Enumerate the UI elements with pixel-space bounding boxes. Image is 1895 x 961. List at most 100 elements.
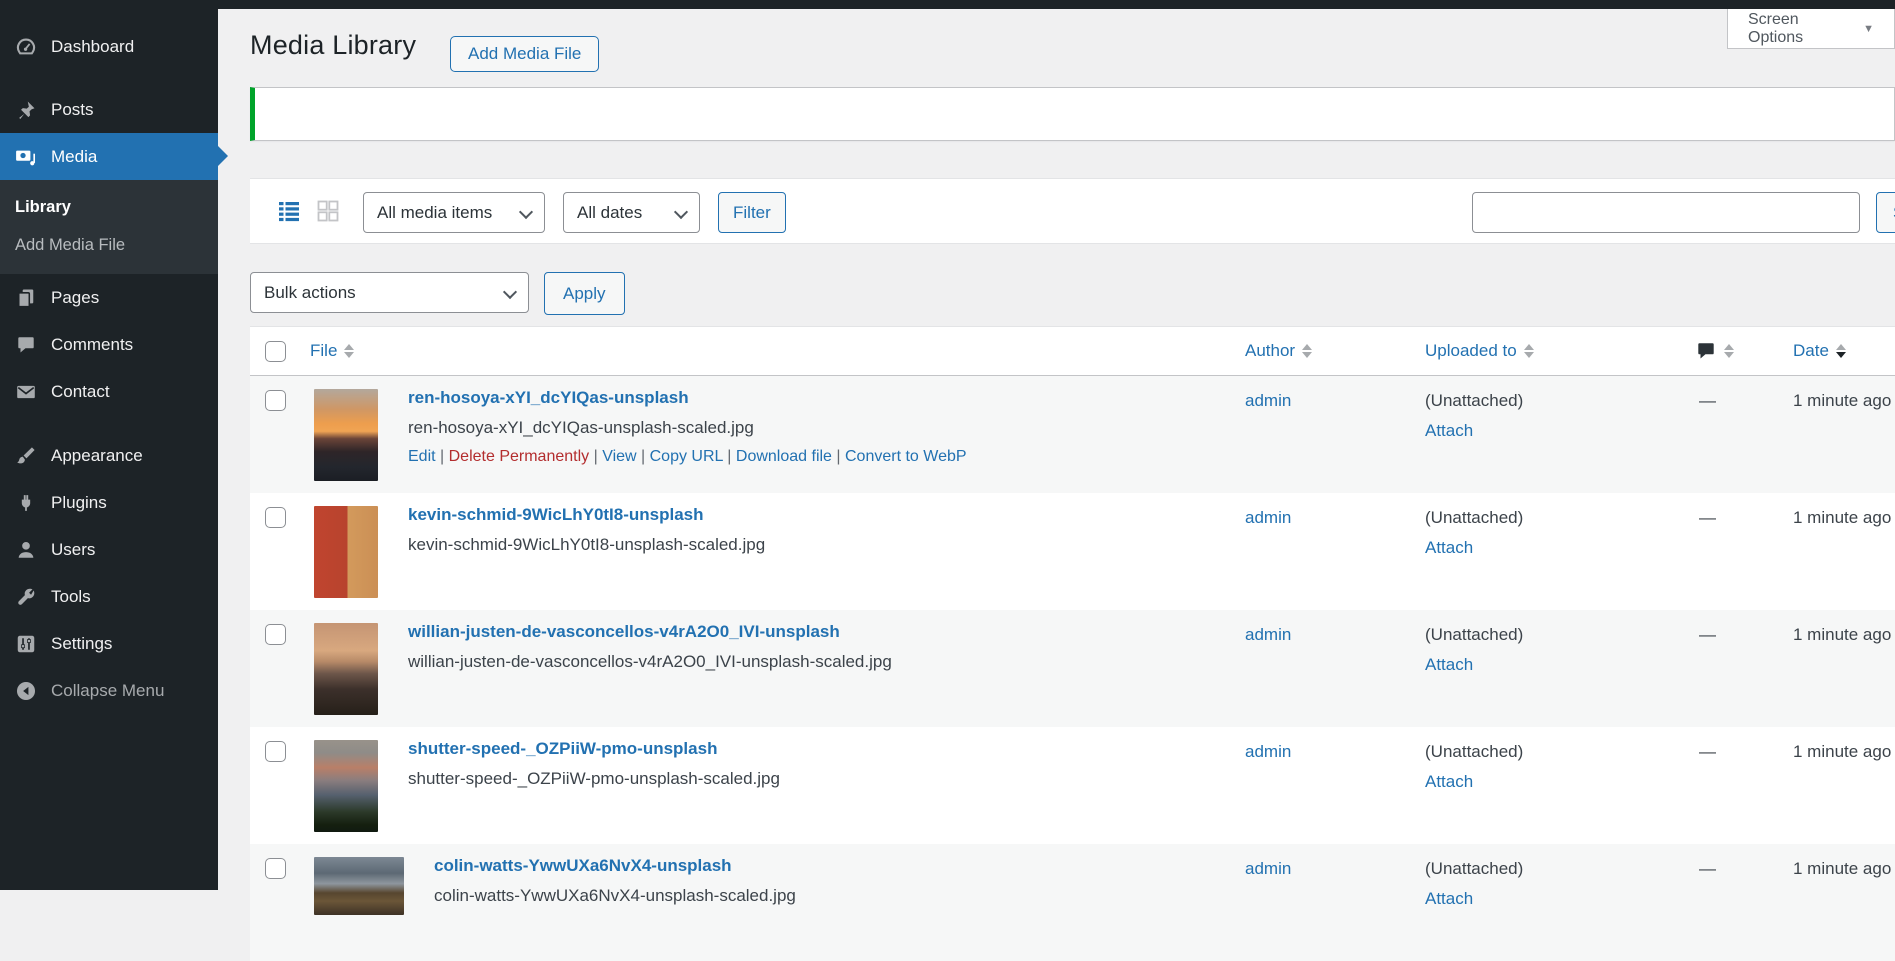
media-filename: kevin-schmid-9WicLhY0tI8-unsplash-scaled… <box>408 535 766 554</box>
apply-button[interactable]: Apply <box>544 272 625 315</box>
sidebar-item-contact[interactable]: Contact <box>0 368 218 415</box>
row-action-view[interactable]: View <box>602 448 636 465</box>
sort-arrows-icon <box>1724 344 1734 358</box>
admin-sidebar: Dashboard Posts Media Library Add Media File… <box>0 0 218 890</box>
grid-view-icon[interactable] <box>315 198 341 224</box>
column-header-label: Date <box>1793 341 1829 360</box>
uploaded-to-status: (Unattached) <box>1425 391 1524 410</box>
filter-button[interactable]: Filter <box>718 192 786 233</box>
sidebar-item-label: Comments <box>51 334 134 354</box>
row-action-download-file[interactable]: Download file <box>736 448 832 465</box>
attach-link[interactable]: Attach <box>1425 421 1695 441</box>
uploaded-to-status: (Unattached) <box>1425 625 1524 644</box>
table-row: kevin-schmid-9WicLhY0tI8-unsplash kevin-… <box>250 493 1895 610</box>
chevron-down-icon: ▼ <box>1863 22 1874 35</box>
dashboard-icon <box>14 35 38 59</box>
table-row: ren-hosoya-xYI_dcYIQas-unsplash ren-hoso… <box>250 376 1895 493</box>
table-row: shutter-speed-_OZPiiW-pmo-unsplash shutt… <box>250 727 1895 844</box>
sort-arrows-icon <box>1302 344 1313 358</box>
row-checkbox[interactable] <box>265 741 286 762</box>
row-checkbox[interactable] <box>265 858 286 879</box>
column-header-label: Uploaded to <box>1425 341 1517 360</box>
search-input[interactable] <box>1472 192 1860 233</box>
sidebar-item-label: Contact <box>51 381 110 401</box>
row-actions: Edit | Delete Permanently | View | Copy … <box>408 449 967 465</box>
sidebar-item-users[interactable]: Users <box>0 526 218 573</box>
comments-count: — <box>1699 391 1716 410</box>
screen-options-tab[interactable]: Screen Options ▼ <box>1727 9 1895 49</box>
media-submenu: Library Add Media File <box>0 180 218 274</box>
contact-icon <box>14 380 38 404</box>
upload-date: 1 minute ago <box>1793 742 1892 761</box>
sidebar-item-media[interactable]: Media <box>0 133 218 180</box>
admin-top-bar <box>0 0 1895 9</box>
sidebar-item-label: Plugins <box>51 492 107 512</box>
attach-link[interactable]: Attach <box>1425 889 1695 909</box>
media-thumbnail[interactable] <box>314 389 378 481</box>
media-toolbar: All media items All dates Filter Search … <box>250 178 1895 244</box>
row-checkbox[interactable] <box>265 624 286 645</box>
sidebar-item-pages[interactable]: Pages <box>0 274 218 321</box>
author-link[interactable]: admin <box>1245 859 1291 878</box>
list-view-icon[interactable] <box>276 198 302 224</box>
select-all-checkbox[interactable] <box>265 340 286 362</box>
row-action-convert-to-webp[interactable]: Convert to WebP <box>845 448 967 465</box>
upload-date: 1 minute ago <box>1793 508 1892 527</box>
date-filter-select[interactable]: All dates <box>563 192 700 233</box>
column-header-author[interactable]: Author <box>1245 341 1425 361</box>
sidebar-item-tools[interactable]: Tools <box>0 573 218 620</box>
row-action-copy-url[interactable]: Copy URL <box>650 448 723 465</box>
comments-count: — <box>1699 742 1716 761</box>
submenu-item-library[interactable]: Library <box>0 188 218 226</box>
sidebar-item-dashboard[interactable]: Dashboard <box>0 23 218 70</box>
date-filter-value: All dates <box>577 202 643 222</box>
column-header-date[interactable]: Date <box>1793 341 1895 361</box>
sidebar-item-plugins[interactable]: Plugins <box>0 479 218 526</box>
author-link[interactable]: admin <box>1245 508 1291 527</box>
row-action-delete-permanently[interactable]: Delete Permanently <box>449 448 590 465</box>
view-switcher <box>276 198 341 224</box>
table-header-row: File Author Uploaded to Date <box>250 327 1895 376</box>
media-type-filter-select[interactable]: All media items <box>363 192 545 233</box>
media-title-link[interactable]: colin-watts-YwwUXa6NvX4-unsplash <box>434 857 796 874</box>
sort-arrows-icon <box>344 344 355 358</box>
bulk-actions-select[interactable]: Bulk actions <box>250 272 529 313</box>
sidebar-item-settings[interactable]: Settings <box>0 620 218 667</box>
author-link[interactable]: admin <box>1245 625 1291 644</box>
page-title: Media Library <box>250 30 417 60</box>
media-title-link[interactable]: shutter-speed-_OZPiiW-pmo-unsplash <box>408 740 780 757</box>
comments-count: — <box>1699 625 1716 644</box>
media-thumbnail[interactable] <box>314 623 378 715</box>
collapse-menu-button[interactable]: Collapse Menu <box>0 667 218 714</box>
media-title-link[interactable]: ren-hosoya-xYI_dcYIQas-unsplash <box>408 389 967 406</box>
column-header-file[interactable]: File <box>298 341 1245 361</box>
users-icon <box>14 538 38 562</box>
submenu-item-add-media-file[interactable]: Add Media File <box>0 226 218 264</box>
table-row: colin-watts-YwwUXa6NvX4-unsplash colin-w… <box>250 844 1895 961</box>
sidebar-item-label: Appearance <box>51 445 143 465</box>
sidebar-item-label: Media <box>51 146 98 166</box>
column-header-uploaded[interactable]: Uploaded to <box>1425 341 1695 361</box>
column-header-comments[interactable] <box>1695 340 1793 362</box>
sidebar-item-label: Tools <box>51 586 91 606</box>
row-checkbox[interactable] <box>265 390 286 411</box>
media-title-link[interactable]: willian-justen-de-vasconcellos-v4rA2O0_I… <box>408 623 892 640</box>
row-checkbox[interactable] <box>265 507 286 528</box>
attach-link[interactable]: Attach <box>1425 655 1695 675</box>
author-link[interactable]: admin <box>1245 742 1291 761</box>
media-thumbnail[interactable] <box>314 857 404 915</box>
media-title-link[interactable]: kevin-schmid-9WicLhY0tI8-unsplash <box>408 506 765 523</box>
sidebar-item-comments[interactable]: Comments <box>0 321 218 368</box>
row-action-edit[interactable]: Edit <box>408 448 436 465</box>
author-link[interactable]: admin <box>1245 391 1291 410</box>
sidebar-item-label: Users <box>51 539 96 559</box>
media-thumbnail[interactable] <box>314 506 378 598</box>
search-button[interactable]: Search Media Items <box>1876 192 1895 233</box>
add-media-file-button[interactable]: Add Media File <box>450 36 600 72</box>
column-header-label: Author <box>1245 341 1296 360</box>
attach-link[interactable]: Attach <box>1425 538 1695 558</box>
attach-link[interactable]: Attach <box>1425 772 1695 792</box>
media-thumbnail[interactable] <box>314 740 378 832</box>
sidebar-item-posts[interactable]: Posts <box>0 86 218 133</box>
sidebar-item-appearance[interactable]: Appearance <box>0 432 218 479</box>
